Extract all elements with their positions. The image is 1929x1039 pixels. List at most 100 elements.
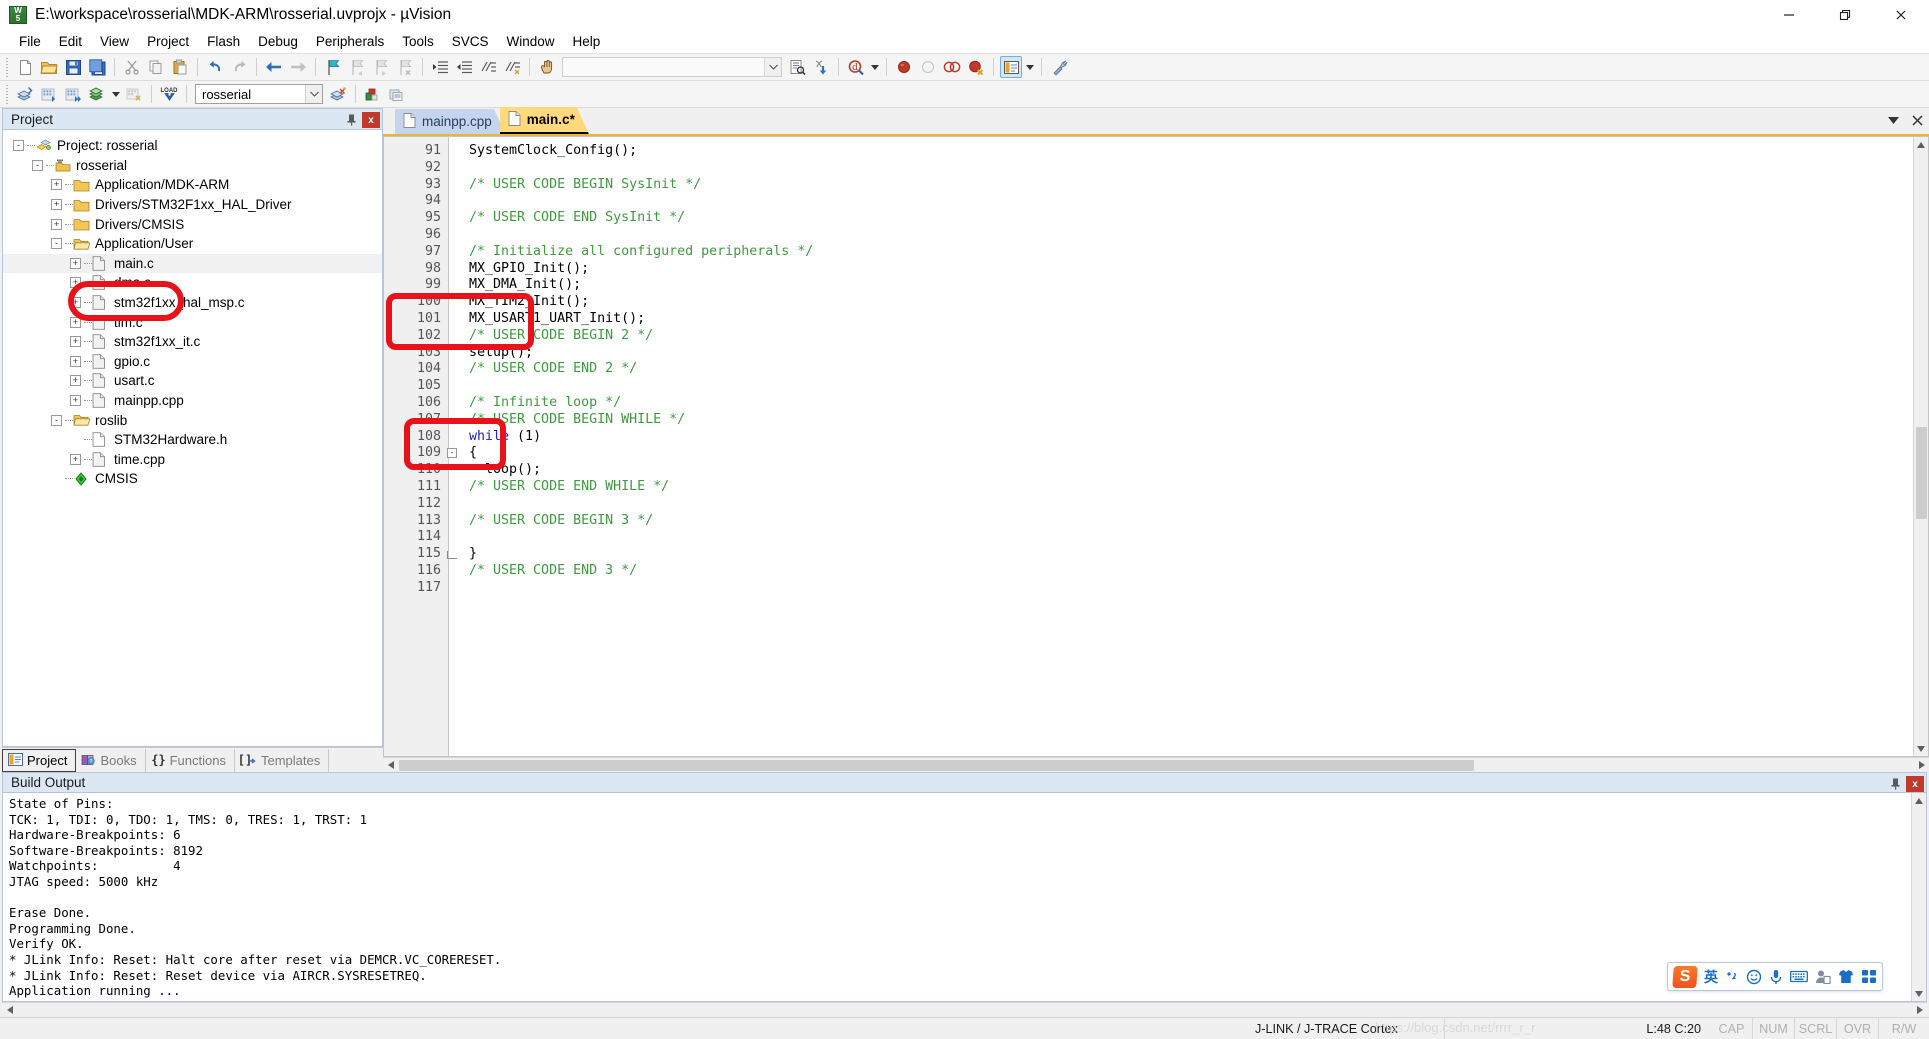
tree-item-stm32f1xx-it-c[interactable]: + stm32f1xx_it.c (3, 332, 382, 352)
tree-item-project-rosserial[interactable]: - Project: rosserial (3, 136, 382, 156)
expand-icon[interactable]: + (70, 375, 81, 387)
translate-icon[interactable] (14, 83, 36, 105)
expand-icon[interactable]: + (51, 199, 62, 211)
rebuild-icon[interactable] (62, 83, 84, 105)
code-editor[interactable]: 91 92 93 94 95 96 97 98 99 100 101 102 103 104 105 106 1… (383, 136, 1929, 757)
tab-books[interactable]: ? Books (76, 749, 146, 772)
copy-icon[interactable] (145, 56, 167, 78)
scroll-right-icon[interactable] (1914, 758, 1929, 773)
disable-breakpoint-icon[interactable] (917, 56, 939, 78)
undo-icon[interactable] (204, 56, 226, 78)
build-output-body[interactable]: State of Pins: TCK: 1, TDI: 0, TDO: 1, TM… (2, 793, 1927, 1002)
project-tree[interactable]: - Project: rosserial - rosserial + Applicatio… (2, 130, 383, 747)
pan-hand-icon[interactable] (536, 56, 558, 78)
paste-icon[interactable] (169, 56, 191, 78)
close-button[interactable] (1873, 0, 1929, 30)
tree-item-rosserial[interactable]: - rosserial (3, 156, 382, 176)
start-debug-icon[interactable]: d (845, 56, 867, 78)
multi-project-icon[interactable] (386, 83, 408, 105)
close-icon[interactable]: x (1906, 776, 1924, 792)
ime-punctuation-toggle[interactable] (1725, 970, 1739, 984)
menu-view[interactable]: View (91, 32, 138, 51)
tab-list-dropdown-icon[interactable] (1885, 111, 1901, 129)
redo-icon[interactable] (228, 56, 250, 78)
tab-templates[interactable]: [] Templates (235, 749, 330, 772)
expand-icon[interactable]: + (51, 218, 62, 230)
kill-all-breakpoints-icon[interactable] (965, 56, 987, 78)
navigate-forward-icon[interactable] (287, 56, 309, 78)
chevron-down-icon[interactable] (764, 58, 781, 76)
search-combo[interactable] (562, 57, 782, 77)
debug-dropdown-arrow-icon[interactable] (868, 56, 881, 78)
tab-functions[interactable]: {} Functions (146, 749, 235, 772)
expand-icon[interactable]: + (70, 297, 81, 309)
ime-skin-icon[interactable] (1838, 969, 1854, 984)
build-output-vertical-scrollbar[interactable] (1911, 793, 1926, 1001)
close-icon[interactable]: x (362, 112, 380, 128)
incremental-find-icon[interactable] (810, 56, 832, 78)
menu-file[interactable]: File (10, 32, 50, 51)
new-file-icon[interactable] (14, 56, 36, 78)
expand-icon[interactable]: + (70, 355, 81, 367)
scroll-up-icon[interactable] (1911, 793, 1926, 808)
collapse-icon[interactable]: - (51, 414, 62, 426)
menu-peripherals[interactable]: Peripherals (307, 32, 393, 51)
menu-flash[interactable]: Flash (198, 32, 249, 51)
cut-icon[interactable] (121, 56, 143, 78)
batch-build-icon[interactable] (86, 83, 108, 105)
insert-breakpoint-icon[interactable] (893, 56, 915, 78)
toolbar-grip[interactable] (4, 57, 10, 77)
expand-icon[interactable]: + (70, 336, 81, 348)
editor-tab-mainpp-cpp[interactable]: mainpp.cpp (395, 109, 506, 134)
collapse-icon[interactable]: - (13, 140, 24, 152)
scroll-down-icon[interactable] (1911, 986, 1926, 1001)
menu-svcs[interactable]: SVCS (443, 32, 498, 51)
sogou-logo-icon[interactable]: S (1672, 965, 1698, 988)
build-icon[interactable] (38, 83, 60, 105)
bookmark-toggle-icon[interactable] (322, 56, 344, 78)
target-selector[interactable]: rosserial (195, 84, 323, 104)
expand-icon[interactable]: + (51, 179, 62, 191)
bookmark-next-icon[interactable] (370, 56, 392, 78)
tree-item-application-user[interactable]: - Application/User (3, 234, 382, 254)
tree-item-gpio-c[interactable]: + gpio.c (3, 352, 382, 372)
scroll-down-icon[interactable] (1913, 741, 1928, 756)
tree-item-cmsis[interactable]: CMSIS (3, 469, 382, 489)
tree-item-stm32f1xx-hal-msp-c[interactable]: + stm32f1xx_hal_msp.c (3, 293, 382, 313)
window-layout-icon[interactable] (1000, 56, 1022, 78)
tree-item-drivers-cmsis[interactable]: + Drivers/CMSIS (3, 214, 382, 234)
save-all-icon[interactable] (86, 56, 108, 78)
tree-item-drivers-stm32f1xx-hal-driver[interactable]: + Drivers/STM32F1xx_HAL_Driver (3, 195, 382, 215)
batch-build-dropdown-arrow-icon[interactable] (109, 83, 122, 105)
ime-voice-icon[interactable] (1769, 969, 1783, 985)
toolbar-grip[interactable] (4, 84, 10, 104)
navigate-back-icon[interactable] (263, 56, 285, 78)
tree-item-main-c[interactable]: + main.c (3, 253, 382, 274)
collapse-icon[interactable]: - (51, 238, 62, 250)
tree-item-dma-c[interactable]: + dma.c (3, 273, 382, 293)
tree-item-mainpp-cpp[interactable]: + mainpp.cpp (3, 391, 382, 411)
scroll-up-icon[interactable] (1913, 137, 1928, 152)
tree-item-roslib[interactable]: - roslib (3, 410, 382, 430)
chevron-down-icon[interactable] (305, 85, 322, 103)
menu-help[interactable]: Help (564, 32, 610, 51)
editor-tab-main-c[interactable]: main.c* (500, 107, 589, 134)
maximize-restore-button[interactable] (1817, 0, 1873, 30)
bookmark-prev-icon[interactable] (346, 56, 368, 78)
tree-item-tim-c[interactable]: + tim.c (3, 312, 382, 332)
expand-icon[interactable]: + (70, 316, 81, 328)
close-tab-icon[interactable] (1909, 111, 1925, 129)
save-icon[interactable] (62, 56, 84, 78)
editor-vertical-scrollbar[interactable] (1913, 137, 1928, 756)
sogou-ime-toolbar[interactable]: S 英 (1667, 962, 1883, 991)
ime-emoji-icon[interactable] (1746, 969, 1762, 985)
outdent-icon[interactable] (453, 56, 475, 78)
manage-run-time-icon[interactable] (362, 83, 384, 105)
menu-debug[interactable]: Debug (249, 32, 307, 51)
download-icon[interactable]: LOAD (158, 83, 180, 105)
expand-icon[interactable]: + (70, 277, 81, 289)
disable-all-breakpoints-icon[interactable] (941, 56, 963, 78)
stop-build-icon[interactable] (123, 83, 145, 105)
ime-soft-keyboard-icon[interactable] (1790, 970, 1808, 983)
code-text[interactable]: SystemClock_Config(); /* USER CODE BEGIN… (449, 137, 1913, 756)
